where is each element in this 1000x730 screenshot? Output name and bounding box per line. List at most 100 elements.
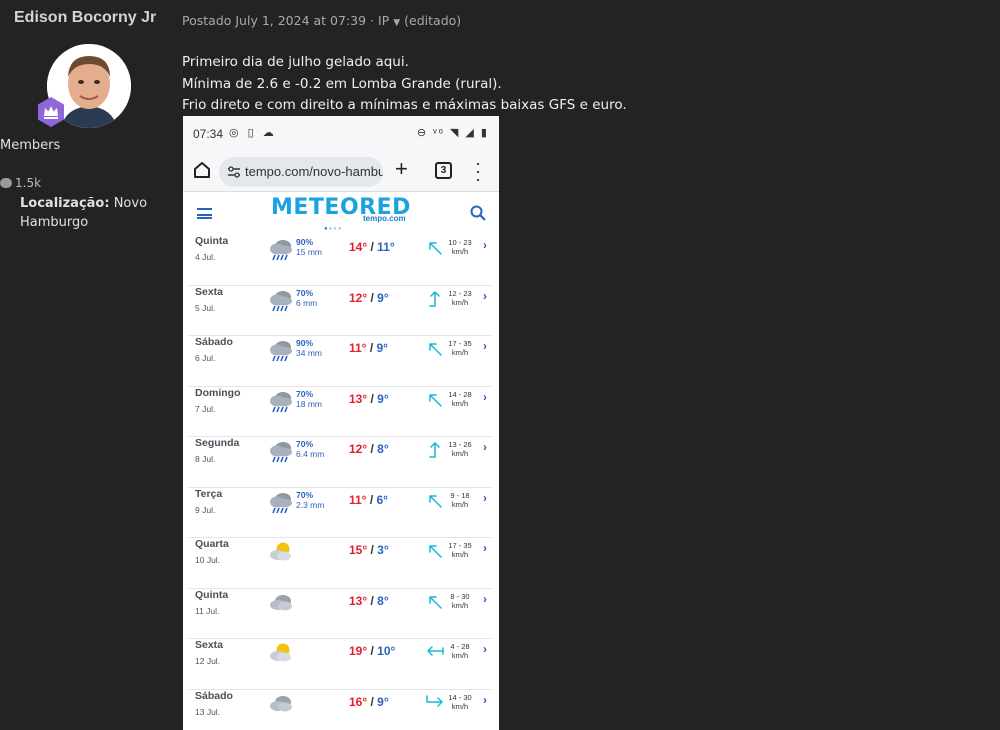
max-temp: 11°: [349, 492, 367, 507]
author-location: Localização: Novo Hamburgo: [20, 194, 158, 232]
precip-probability: 70%: [296, 388, 314, 399]
forecast-day: Sábado: [195, 336, 233, 348]
precip-probability: 70%: [296, 287, 314, 298]
post-line: Frio direto e com direito a mínimas e má…: [182, 97, 627, 113]
more-menu-icon[interactable]: · · ·: [473, 154, 483, 188]
chevron-right-icon[interactable]: ›: [483, 390, 487, 404]
forecast-row[interactable]: Quinta 4 Jul. 90% 15 mm 14° / 11° 10 - 23 km/h…: [189, 235, 492, 286]
chevron-down-icon: ▼: [393, 18, 401, 28]
forecast-day: Quinta: [195, 235, 229, 247]
min-temp: 11°: [377, 240, 395, 254]
forecast-date: 5 Jul.: [195, 302, 216, 313]
hamburger-menu-icon[interactable]: [197, 208, 212, 219]
chevron-right-icon[interactable]: ›: [483, 289, 487, 303]
max-temp: 11°: [349, 341, 367, 355]
forecast-day: Terça: [195, 487, 223, 500]
precip-amount: 2.3 mm: [296, 499, 325, 510]
temperature: 16° / 9°: [349, 695, 389, 709]
forecast-day: Quinta: [195, 588, 229, 601]
wind-speed: 9 - 18 km/h: [445, 491, 475, 509]
forecast-row[interactable]: Sexta 5 Jul. 70% 6 mm 12° / 9° 12 - 23 km/h ›: [189, 285, 492, 336]
chevron-right-icon[interactable]: ›: [483, 440, 487, 454]
forecast-day: Sexta: [195, 639, 224, 651]
wind-speed: 13 - 26 km/h: [445, 440, 475, 458]
precipitation: 70% 6 mm: [296, 288, 317, 308]
rain-cloud-icon: [268, 439, 294, 463]
forecast-row[interactable]: Sábado 13 Jul. 16° / 9° 14 - 30 km/h ›: [189, 690, 492, 730]
url-text: tempo.com/novo-hamburgo: [245, 164, 383, 179]
chevron-right-icon[interactable]: ›: [483, 642, 487, 656]
forecast-row[interactable]: Quarta 10 Jul. 15° / 3° 17 - 35 km/h ›: [189, 538, 492, 589]
chevron-right-icon[interactable]: ›: [483, 238, 487, 252]
temp-separator: /: [367, 290, 378, 305]
home-icon[interactable]: [192, 160, 212, 180]
forecast-row[interactable]: Sexta 12 Jul. 19° / 10° 4 - 28 km/h ›: [189, 639, 492, 690]
wind-unit: km/h: [451, 297, 469, 307]
post-date[interactable]: Postado July 1, 2024 at 07:39: [182, 13, 366, 28]
forecast-day: Domingo: [195, 386, 241, 399]
max-temp: 19°: [349, 644, 368, 658]
forecast-row[interactable]: Quinta 11 Jul. 13° / 8° 8 - 30 km/h ›: [189, 588, 492, 639]
author-name[interactable]: Edison Bocorny Jr: [14, 9, 156, 27]
max-temp: 13°: [349, 593, 368, 608]
wind-unit: km/h: [451, 600, 469, 610]
wind-unit: km/h: [451, 398, 469, 408]
temperature: 12° / 9°: [349, 291, 389, 305]
wind-unit: km/h: [451, 348, 469, 357]
wind-direction-icon: [429, 290, 440, 307]
temp-separator: /: [367, 240, 378, 254]
precipitation: 90% 34 mm: [296, 338, 322, 358]
forecast-date: 6 Jul.: [195, 353, 216, 363]
forecast-date: 4 Jul.: [195, 252, 216, 262]
wind-direction-icon: [429, 343, 442, 356]
precipitation: 70% 6.4 mm: [296, 439, 324, 459]
chevron-right-icon[interactable]: ›: [483, 592, 487, 606]
wind-speed: 8 - 30 km/h: [445, 592, 475, 610]
wind-unit: km/h: [451, 651, 469, 660]
attached-screenshot[interactable]: 07:34 ◎ ▯ ☁ ⊖ ᵛᵒ ◥ ◢ ▮ tempo.com/novo-ha…: [183, 116, 499, 730]
phone-status-bar: 07:34 ◎ ▯ ☁ ⊖ ᵛᵒ ◥ ◢ ▮: [183, 116, 499, 150]
author-avatar-wrap[interactable]: [38, 44, 131, 128]
chevron-right-icon[interactable]: ›: [483, 491, 487, 505]
status-time: 07:34: [193, 127, 224, 141]
forecast-row[interactable]: Sábado 6 Jul. 90% 34 mm 11° / 9° 17 - 35 km/h ›: [189, 336, 492, 387]
max-temp: 13°: [349, 391, 368, 406]
chevron-right-icon[interactable]: ›: [483, 339, 487, 353]
address-bar[interactable]: tempo.com/novo-hamburgo: [219, 157, 383, 187]
chevron-right-icon[interactable]: ›: [483, 541, 487, 555]
location-label: Localização:: [20, 196, 110, 211]
site-header: METEORED tempo.com ●●●●: [183, 192, 499, 235]
wind-range: 8 - 30: [450, 591, 470, 601]
notification-icons: ◎ ▯ ☁: [229, 127, 277, 139]
temperature: 14° / 11°: [349, 240, 395, 254]
ip-dropdown[interactable]: IP ▼: [378, 13, 400, 28]
wind-range: 14 - 28: [448, 389, 472, 399]
forecast-row[interactable]: Terça 9 Jul. 70% 2.3 mm 11° / 6° 9 - 18 km/h ›: [189, 487, 492, 538]
wind-speed: 4 - 28 km/h: [445, 642, 475, 660]
system-icons: ⊖ ᵛᵒ ◥ ◢ ▮: [416, 127, 489, 139]
temperature: 19° / 10°: [349, 644, 395, 658]
precip-probability: 70%: [296, 439, 314, 449]
chevron-right-icon[interactable]: ›: [483, 693, 487, 707]
tab-count-button[interactable]: 3: [435, 162, 452, 179]
forecast-row[interactable]: Domingo 7 Jul. 70% 18 mm 13° / 9° 14 - 28 km/h…: [189, 386, 492, 437]
post-body: Primeiro dia de julho gelado aqui. Mínim…: [182, 52, 627, 117]
forecast-day: Sexta: [195, 285, 224, 298]
search-icon[interactable]: [470, 205, 486, 221]
wind-range: 14 - 30: [448, 692, 472, 702]
temperature: 13° / 9°: [349, 392, 389, 406]
forecast-row[interactable]: Segunda 8 Jul. 70% 6.4 mm 12° / 8° 13 - 26 km/…: [189, 437, 492, 488]
forecast-date: 10 Jul.: [195, 555, 221, 565]
wind-direction-icon: [429, 595, 442, 609]
temp-separator: /: [367, 442, 378, 456]
rain-cloud-icon: [268, 338, 294, 362]
new-tab-icon[interactable]: +: [395, 156, 408, 182]
site-settings-icon[interactable]: [227, 165, 241, 179]
wind-range: 12 - 23: [448, 288, 472, 298]
min-temp: 8°: [377, 593, 389, 608]
forecast-day: Quarta: [195, 538, 229, 550]
reputation-value: 1.5k: [15, 176, 42, 190]
rain-cloud-icon: [268, 237, 294, 261]
precip-amount: 34 mm: [296, 348, 322, 358]
sun-cloud-icon: [268, 540, 294, 564]
